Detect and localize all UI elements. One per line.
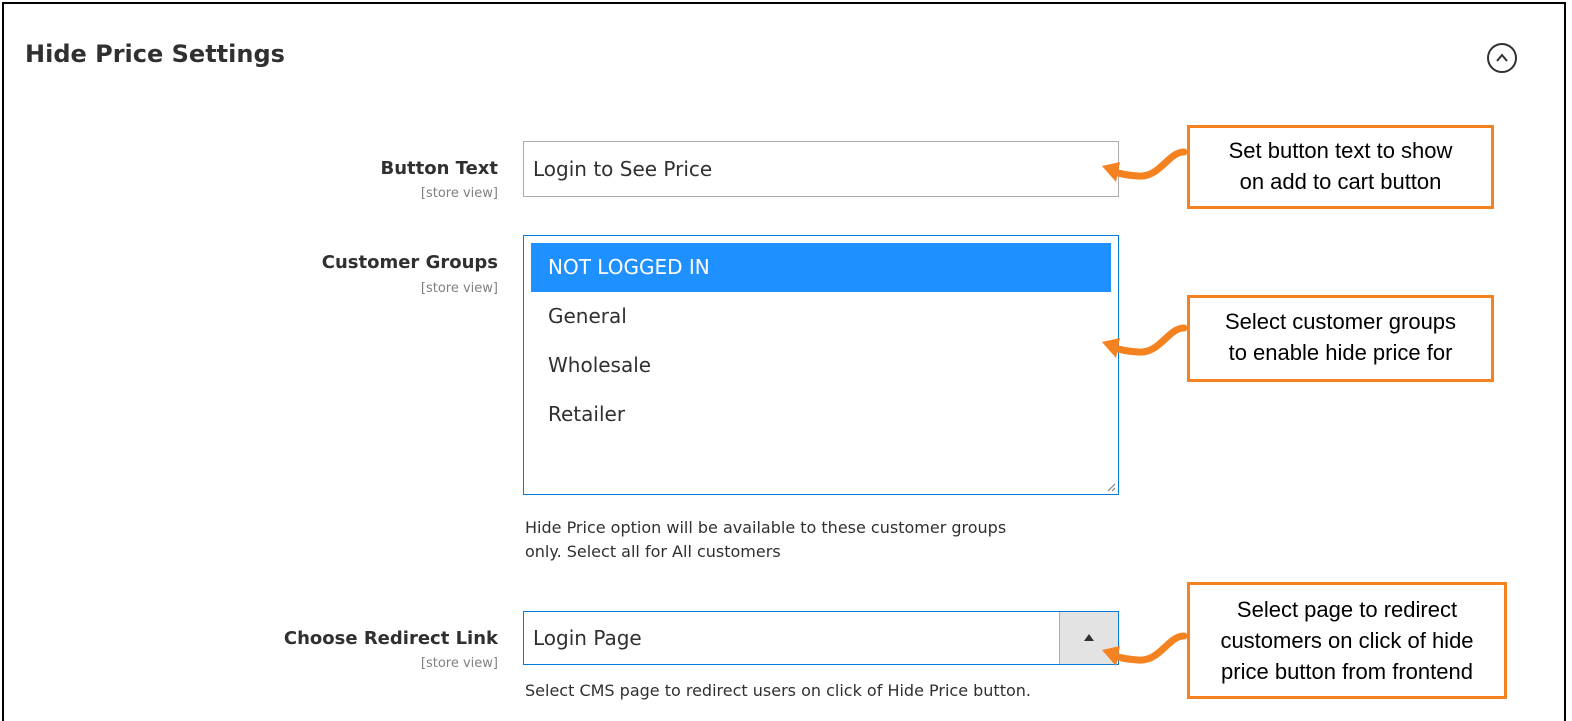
option-retailer[interactable]: Retailer [531,390,1111,439]
button-text-label: Button Text [380,158,498,179]
customer-groups-multiselect[interactable]: NOT LOGGED IN General Wholesale Retailer [523,235,1119,495]
resize-grip-icon[interactable] [1106,482,1116,492]
redirect-link-value: Login Page [533,626,642,650]
redirect-link-callout: Select page to redirect customers on cli… [1187,582,1507,699]
curved-arrow-left-icon [1102,632,1188,666]
redirect-link-select[interactable]: Login Page [523,611,1119,665]
customer-groups-note: Hide Price option will be available to t… [525,518,1007,561]
customer-groups-label: Customer Groups [321,252,498,273]
section-title[interactable]: Hide Price Settings [25,40,285,68]
button-text-callout: Set button text to show on add to cart b… [1187,125,1494,209]
customer-groups-scope: [store view] [420,281,498,296]
option-wholesale[interactable]: Wholesale [531,341,1111,390]
curved-arrow-left-icon [1102,324,1188,358]
option-not-logged-in[interactable]: NOT LOGGED IN [531,243,1111,292]
redirect-link-scope: [store view] [420,656,498,671]
button-text-scope: [store view] [420,186,498,201]
triangle-up-icon [1084,634,1094,641]
button-text-input[interactable]: Login to See Price [523,141,1119,197]
redirect-link-note: Select CMS page to redirect users on cli… [525,681,1031,700]
curved-arrow-left-icon [1102,148,1188,182]
collapse-icon[interactable] [1487,43,1517,73]
redirect-link-label: Choose Redirect Link [283,628,498,649]
customer-groups-callout: Select customer groups to enable hide pr… [1187,295,1494,382]
option-general[interactable]: General [531,292,1111,341]
